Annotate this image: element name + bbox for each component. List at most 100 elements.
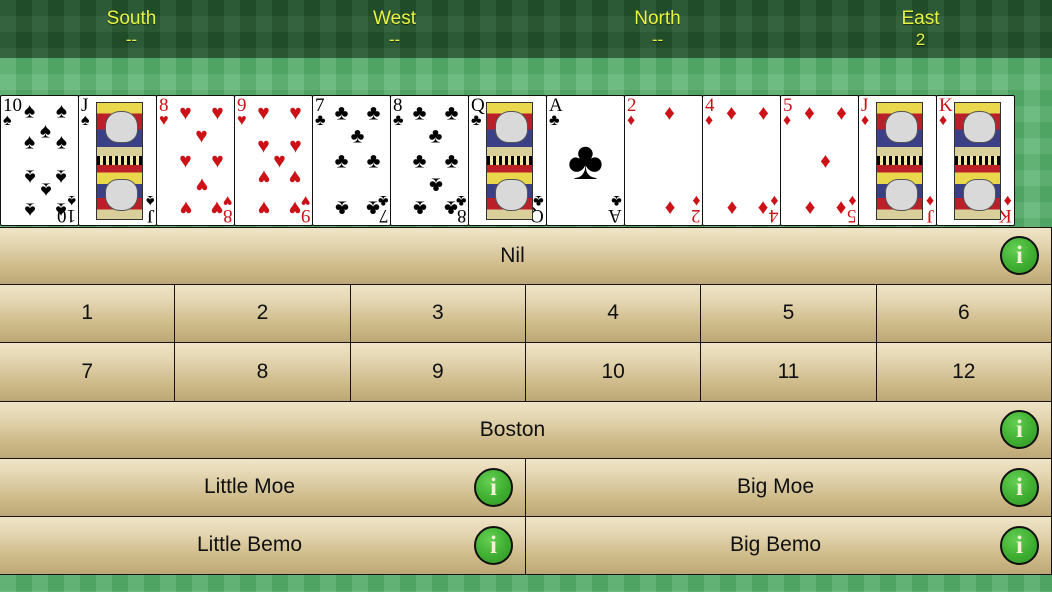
bid-button-2[interactable]: 2	[174, 283, 351, 344]
card-4-of-diamonds[interactable]: 4 ♦ 4 ♦ ♦ ♦ ♦ ♦	[702, 95, 781, 226]
bid-button-9[interactable]: 9	[349, 342, 526, 402]
card-8-of-hearts[interactable]: 8 ♥ 8 ♥ ♥ ♥ ♥ ♥ ♥ ♥ ♥ ♥	[156, 95, 235, 226]
card-corner-top: K ♦	[939, 96, 953, 129]
seat-bid: --	[651, 30, 664, 49]
seat-name: North	[634, 8, 681, 29]
card-pip: ♣	[366, 101, 381, 125]
bid-button-label: Nil	[500, 243, 525, 267]
info-icon-big-bemo[interactable]: i	[1000, 525, 1039, 565]
card-9-of-hearts[interactable]: 9 ♥ 9 ♥ ♥ ♥ ♥ ♥ ♥ ♥ ♥ ♥ ♥	[234, 95, 313, 226]
bid-button-4[interactable]: 4	[524, 283, 702, 344]
bid-button-10[interactable]: 10	[524, 342, 702, 402]
card-pips: ♦ ♦ ♦ ♦	[719, 100, 776, 221]
card-pip: ♣	[366, 196, 381, 220]
card-pips: ♠ ♠ ♠ ♠ ♠ ♠ ♠ ♠ ♠ ♠	[17, 100, 74, 221]
info-icon-big-moe[interactable]: i	[1000, 467, 1039, 507]
card-J-of-diamonds[interactable]: J ♦ J ♦	[858, 95, 937, 226]
bid-button-11[interactable]: 11	[700, 342, 877, 402]
info-glyph: i	[1016, 531, 1023, 559]
bid-button-5[interactable]: 5	[700, 283, 877, 344]
bid-row-bemo: Little Bemo i Big Bemo i	[0, 515, 1052, 576]
card-suit-icon: ♠	[145, 192, 155, 209]
card-pip: ♥	[195, 173, 208, 197]
bid-button-big-bemo[interactable]: Big Bemo i	[525, 515, 1052, 576]
card-pips: ♣ ♣ ♣ ♣ ♣ ♣ ♣	[329, 100, 386, 221]
card-pip: ♥	[289, 196, 302, 220]
court-figure	[876, 102, 923, 220]
bid-button-boston[interactable]: Boston i	[0, 400, 1052, 460]
bid-row-nil: Nil i	[0, 227, 1052, 285]
card-pip: ♣	[444, 101, 459, 125]
bid-button-little-bemo[interactable]: Little Bemo i	[0, 515, 526, 576]
bid-button-label: 1	[81, 301, 93, 325]
bid-button-label: 7	[81, 359, 93, 383]
bid-row-numbers-1: 1 2 3 4 5 6	[0, 283, 1052, 344]
card-pip: ♣	[334, 149, 349, 172]
card-7-of-clubs[interactable]: 7 ♣ 7 ♣ ♣ ♣ ♣ ♣ ♣ ♣ ♣	[312, 95, 391, 226]
bid-button-label: 5	[782, 301, 795, 325]
card-pip: ♥	[257, 165, 270, 189]
seat-name: South	[106, 8, 157, 29]
bid-button-label: Big Moe	[736, 475, 815, 499]
card-pip: ♣	[428, 173, 443, 197]
card-pips: ♥ ♥ ♥ ♥ ♥ ♥ ♥ ♥ ♥	[251, 100, 308, 221]
bid-button-nil[interactable]: Nil i	[0, 227, 1052, 285]
card-pip: ♣	[350, 124, 365, 148]
bid-button-1[interactable]: 1	[0, 283, 176, 344]
bid-button-8[interactable]: 8	[174, 342, 351, 402]
card-pips: ♥ ♥ ♥ ♥ ♥ ♥ ♥ ♥	[173, 100, 230, 221]
card-suit-icon: ♦	[925, 192, 934, 209]
seat-bid: 2	[915, 30, 926, 49]
bid-button-3[interactable]: 3	[349, 283, 526, 344]
card-pip: ♥	[289, 165, 302, 189]
card-corner-bottom: J ♦	[925, 192, 934, 225]
bid-button-label: 10	[601, 359, 625, 383]
card-suit-icon: ♣	[471, 112, 482, 129]
card-pip: ♥	[179, 149, 192, 172]
info-icon-little-moe[interactable]: i	[474, 467, 513, 507]
card-8-of-clubs[interactable]: 8 ♣ 8 ♣ ♣ ♣ ♣ ♣ ♣ ♣ ♣ ♣	[390, 95, 469, 226]
card-suit-icon: ♠	[81, 112, 90, 129]
card-suit-icon: ♣	[315, 112, 326, 129]
card-corner-bottom: J ♠	[145, 192, 155, 225]
info-icon-nil[interactable]: i	[1000, 236, 1039, 276]
card-pip: ♠	[55, 165, 68, 189]
info-icon-boston[interactable]: i	[1000, 410, 1039, 450]
court-figure	[96, 102, 143, 220]
bid-button-12[interactable]: 12	[875, 342, 1052, 402]
card-suit-icon: ♣	[393, 112, 404, 129]
card-2-of-diamonds[interactable]: 2 ♦ 2 ♦ ♦ ♦	[624, 95, 703, 226]
bid-row-boston: Boston i	[0, 400, 1052, 460]
card-center-pip: ♣	[567, 130, 604, 191]
footer-strip	[0, 575, 1052, 592]
card-corner-top: 7 ♣	[315, 96, 326, 129]
card-suit-icon: ♦	[783, 112, 792, 129]
card-5-of-diamonds[interactable]: 5 ♦ 5 ♦ ♦ ♦ ♦ ♦ ♦	[780, 95, 859, 226]
card-K-of-diamonds[interactable]: K ♦ K ♦	[936, 95, 1015, 226]
seat-west: West --	[263, 0, 526, 58]
card-pip: ♥	[179, 196, 192, 220]
card-pip: ♦	[836, 101, 847, 125]
card-10-of-spades[interactable]: 10 ♠ 10 ♠ ♠ ♠ ♠ ♠ ♠ ♠ ♠ ♠ ♠ ♠	[0, 95, 79, 226]
card-Q-of-clubs[interactable]: Q ♣ Q ♣	[468, 95, 547, 226]
card-pip: ♥	[211, 101, 224, 125]
card-corner-top: 4 ♦	[705, 96, 715, 129]
bid-button-big-moe[interactable]: Big Moe i	[525, 458, 1052, 517]
card-suit-icon: ♣	[611, 192, 623, 209]
bid-button-6[interactable]: 6	[875, 283, 1052, 344]
card-pip: ♣	[366, 149, 381, 172]
info-icon-little-bemo[interactable]: i	[474, 525, 513, 565]
bid-button-little-moe[interactable]: Little Moe i	[0, 458, 526, 517]
court-figure	[486, 102, 533, 220]
card-corner-top: 8 ♥	[159, 96, 169, 129]
card-J-of-spades[interactable]: J ♠ J ♠	[78, 95, 157, 226]
card-pip: ♣	[444, 149, 459, 172]
card-A-of-clubs[interactable]: A ♣ A ♣ ♣	[546, 95, 625, 226]
seat-name: West	[373, 8, 416, 29]
card-pip: ♦	[726, 196, 737, 220]
bid-button-7[interactable]: 7	[0, 342, 176, 402]
card-suit-icon: ♥	[237, 112, 247, 129]
info-glyph: i	[1016, 416, 1023, 444]
card-corner-top: 9 ♥	[237, 96, 247, 129]
bid-button-label: 3	[431, 301, 444, 325]
